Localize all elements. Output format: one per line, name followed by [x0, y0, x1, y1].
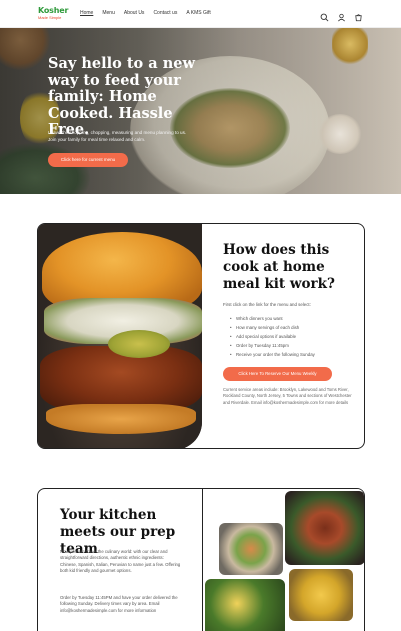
how-it-works-steps: Which dinners you want How many servings…	[230, 314, 315, 359]
kitchen-card: Your kitchen meets our prep team Now you…	[37, 488, 365, 631]
nav-gift[interactable]: A KMS Gift	[186, 10, 210, 16]
account-icon[interactable]	[337, 9, 346, 22]
list-item: Order by Tuesday 11:45pm	[230, 341, 315, 350]
nav-contact-us[interactable]: Contact us	[153, 10, 177, 16]
fritter-photo	[289, 569, 353, 621]
greenbeans-photo	[205, 579, 285, 631]
how-it-works-title: How does this cook at home meal kit work…	[223, 242, 335, 292]
nav-about-us[interactable]: About Us	[124, 10, 145, 16]
current-menu-button[interactable]: Click here for current menu	[48, 153, 128, 167]
main-nav: Home Menu About Us Contact us A KMS Gift	[80, 10, 211, 16]
burger-pickle	[108, 330, 170, 358]
bowl-photo	[219, 523, 283, 575]
steak-photo	[285, 491, 364, 565]
header-icons	[320, 9, 363, 22]
kitchen-paragraph-1: Now you can travel the culinary world: w…	[60, 549, 181, 574]
burger-photo	[38, 224, 202, 448]
list-item: Add special options if available	[230, 332, 315, 341]
search-icon[interactable]	[320, 9, 329, 22]
how-it-works-intro: First click on the link for the menu and…	[223, 302, 311, 307]
food-collage	[202, 489, 364, 631]
kitchen-paragraph-2: Order by Tuesday 11:45PM and have your o…	[60, 595, 178, 613]
hero-subtitle: Leave the shopping, chopping, measuring …	[48, 130, 187, 142]
cart-icon[interactable]	[354, 9, 363, 22]
reserve-menu-button[interactable]: Click Here To Reserve Our Menu Weekly	[223, 367, 332, 381]
hero-banner: Say hello to a new way to feed your fami…	[0, 28, 401, 194]
burger-bun-bottom	[46, 404, 196, 434]
service-areas-text: Current service areas include: Brooklyn,…	[223, 387, 352, 405]
nav-home[interactable]: Home	[80, 10, 93, 16]
logo-tagline: Made Simple	[38, 15, 62, 20]
burger-patty	[40, 346, 202, 412]
nav-menu[interactable]: Menu	[102, 10, 115, 16]
how-it-works-card: How does this cook at home meal kit work…	[37, 223, 365, 449]
logo[interactable]: Kosher Made Simple	[38, 7, 70, 21]
list-item: Receive your order the following Sunday	[230, 350, 315, 359]
hero-title: Say hello to a new way to feed your fami…	[48, 55, 195, 138]
list-item: Which dinners you want	[230, 314, 315, 323]
list-item: How many servings of each dish	[230, 323, 315, 332]
site-header: Kosher Made Simple Home Menu About Us Co…	[0, 0, 401, 28]
logo-text: Kosher	[38, 6, 69, 15]
